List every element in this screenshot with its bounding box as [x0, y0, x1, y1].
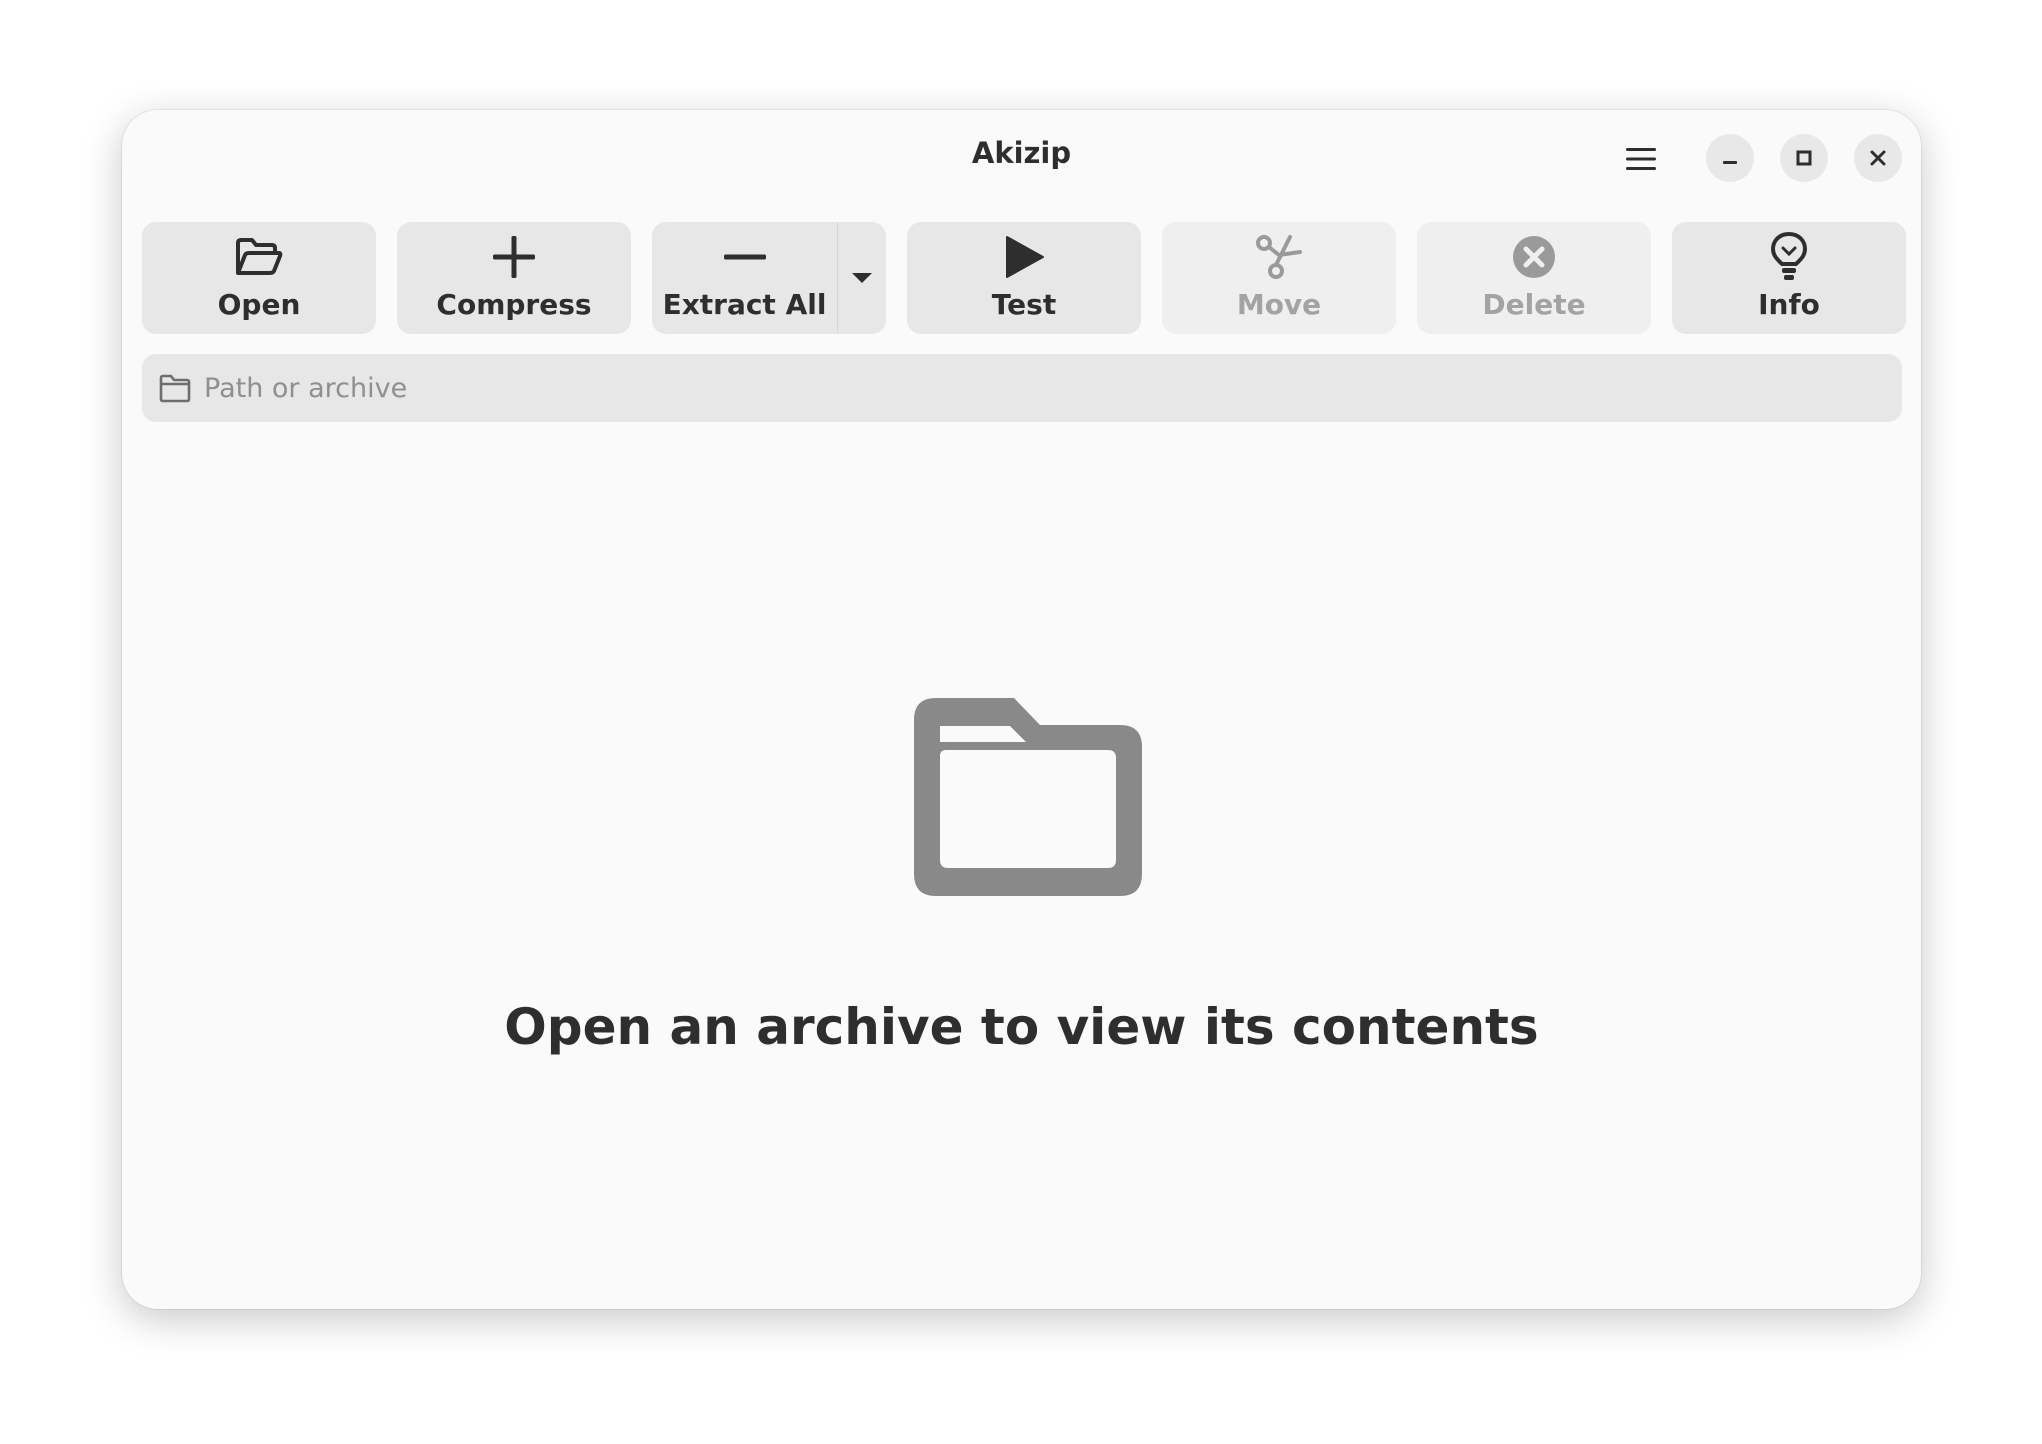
delete-circle-icon — [1513, 236, 1555, 278]
path-entry[interactable] — [142, 354, 1902, 422]
app-window: Akizip Open Compress Extract All Test Mo… — [122, 110, 1921, 1309]
extract-all-button[interactable]: Extract All — [652, 222, 838, 334]
empty-folder-icon — [914, 698, 1142, 896]
minimize-icon — [1723, 161, 1737, 164]
info-label: Info — [1758, 288, 1820, 321]
maximize-button[interactable] — [1780, 134, 1828, 182]
empty-state-message: Open an archive to view its contents — [504, 998, 1539, 1056]
move-label: Move — [1236, 288, 1322, 321]
maximize-icon — [1796, 150, 1812, 166]
folder-icon — [159, 374, 191, 403]
folder-open-icon — [236, 238, 283, 275]
header-bar: Akizip — [122, 110, 1921, 206]
play-icon — [1006, 236, 1044, 278]
extract-all-split-button: Extract All — [652, 222, 886, 334]
chevron-down-icon — [852, 273, 872, 283]
extract-options-dropdown[interactable] — [838, 222, 886, 334]
open-label: Open — [217, 288, 301, 321]
minimize-button[interactable] — [1706, 134, 1754, 182]
test-button[interactable]: Test — [907, 222, 1141, 334]
extract-all-label: Extract All — [662, 288, 827, 321]
toolbar: Open Compress Extract All Test Move Dele… — [142, 222, 1906, 334]
minus-icon — [723, 254, 766, 260]
close-button[interactable] — [1854, 134, 1902, 182]
delete-button[interactable]: Delete — [1417, 222, 1651, 334]
hamburger-menu-icon — [1626, 148, 1656, 170]
test-label: Test — [991, 288, 1057, 321]
move-button[interactable]: Move — [1162, 222, 1396, 334]
path-input[interactable] — [204, 354, 1884, 422]
open-button[interactable]: Open — [142, 222, 376, 334]
close-icon — [1870, 150, 1886, 166]
main-menu-button[interactable] — [1620, 138, 1662, 180]
info-button[interactable]: Info — [1672, 222, 1906, 334]
lightbulb-icon — [1770, 231, 1808, 280]
scissors-icon — [1256, 235, 1302, 279]
compress-button[interactable]: Compress — [397, 222, 631, 334]
delete-label: Delete — [1482, 288, 1586, 321]
compress-label: Compress — [436, 288, 592, 321]
plus-icon — [493, 236, 535, 278]
